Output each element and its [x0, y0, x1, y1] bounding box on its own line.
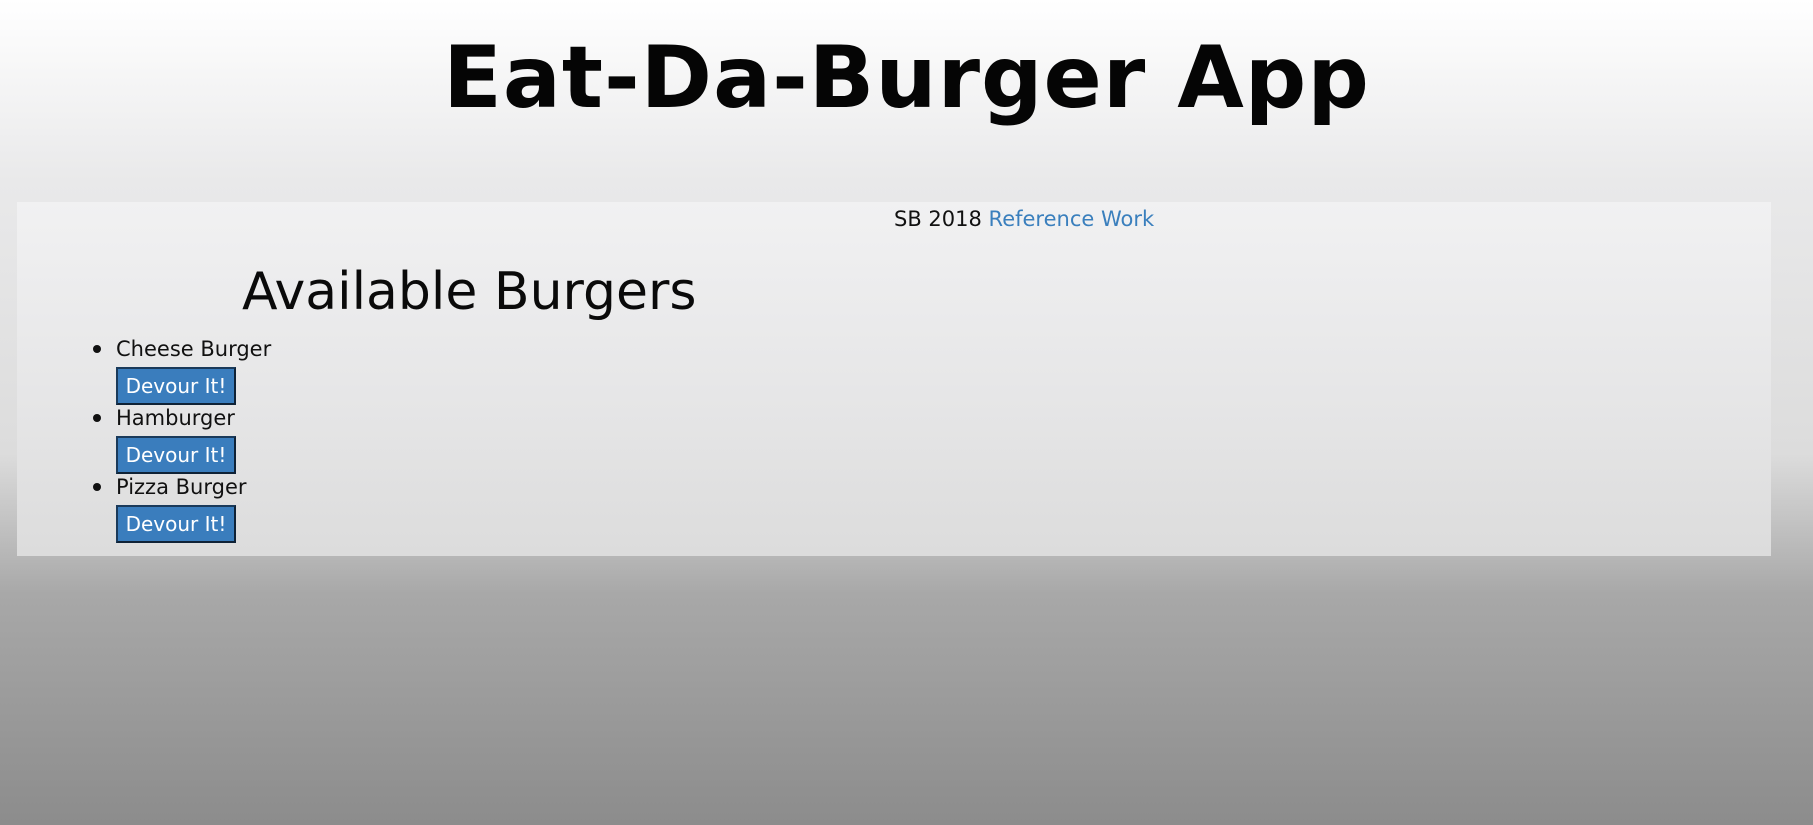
burger-name: Pizza Burger	[116, 475, 247, 499]
burger-panel: SB 2018 Reference Work Available Burgers…	[17, 202, 1771, 556]
devour-button[interactable]: Devour It!	[116, 367, 236, 405]
bullet-icon	[93, 483, 101, 491]
credit-text: SB 2018	[894, 207, 982, 231]
burger-name: Cheese Burger	[116, 337, 272, 361]
credit-line: SB 2018 Reference Work	[894, 205, 1154, 233]
app-title: Eat-Da-Burger App	[443, 28, 1370, 128]
bullet-icon	[93, 414, 101, 422]
available-burgers-heading: Available Burgers	[242, 262, 697, 322]
bullet-icon	[93, 345, 101, 353]
devour-button[interactable]: Devour It!	[116, 505, 236, 543]
burger-name: Hamburger	[116, 406, 235, 430]
reference-work-link[interactable]: Reference Work	[989, 207, 1155, 231]
devour-button[interactable]: Devour It!	[116, 436, 236, 474]
